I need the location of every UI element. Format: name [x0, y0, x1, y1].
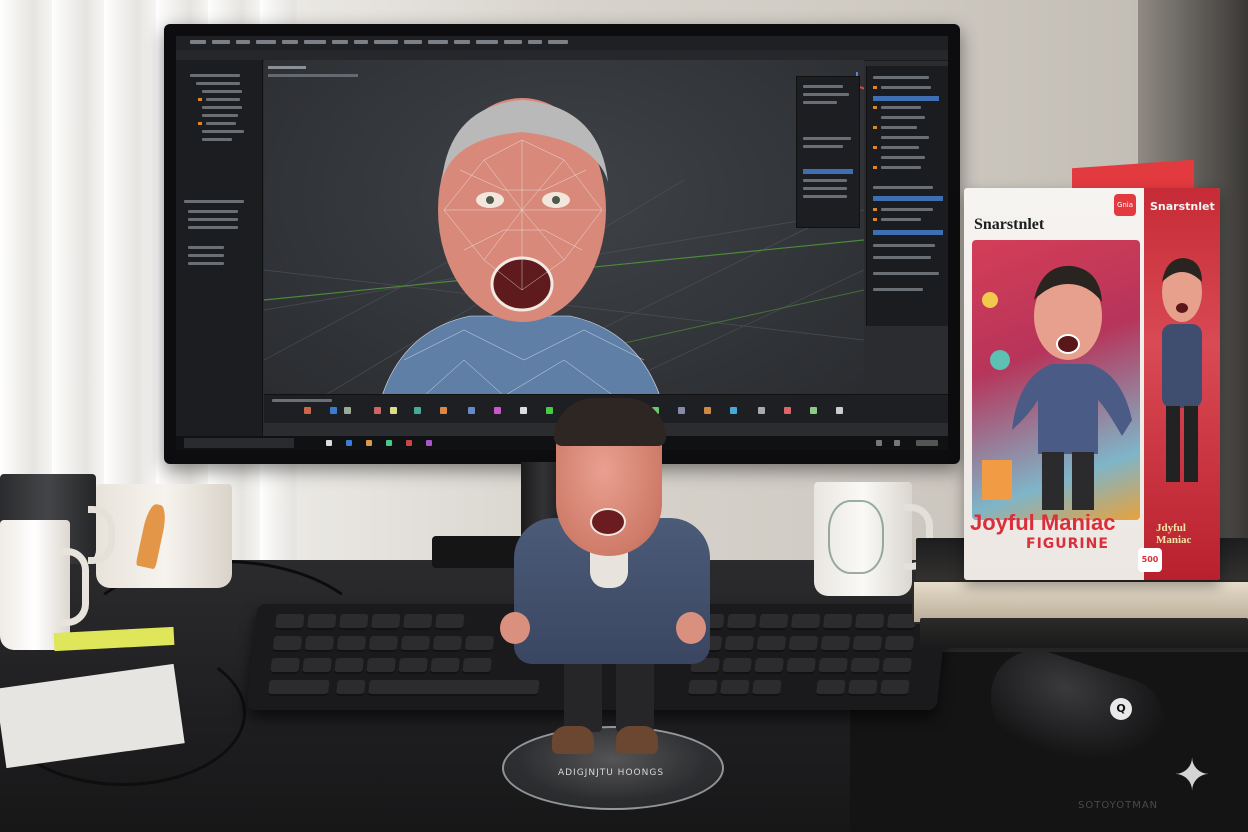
figurine-hand [500, 612, 530, 644]
app-menubar [176, 36, 948, 50]
figurine-shoe [616, 726, 658, 754]
3d-modeling-app-screen [176, 36, 948, 450]
figurine-hair [554, 398, 666, 446]
box-side-badge: 500 [1138, 548, 1162, 572]
scene-outliner [176, 60, 263, 438]
box-artwork [972, 240, 1140, 520]
box-badge: Gnia [1114, 194, 1136, 216]
3d-viewport[interactable] [264, 60, 864, 396]
taskbar-search[interactable] [184, 438, 294, 448]
mouse-logo: Q [1110, 698, 1132, 720]
base-engraving: ADIGJNJTU HOONGS [557, 768, 665, 778]
box-character-illustration [982, 265, 1132, 510]
figurine-leg [616, 656, 654, 732]
box-side-character [1162, 258, 1202, 482]
illustrated-mug [814, 482, 912, 596]
figurine-leg [564, 656, 602, 732]
book [920, 618, 1248, 648]
sparkle-icon: ✦ [1173, 750, 1211, 801]
box-subtitle: FIGURINE [1026, 536, 1109, 552]
box-title: Joyful Maniac [970, 510, 1116, 535]
box-brand: Snarstnlet [974, 216, 1045, 233]
desk-photo: SOTOYOTMAN Q Snarstnlet Gnia Joyful Mani… [0, 0, 1248, 832]
properties-panel-small [796, 76, 860, 228]
figurine-box: Snarstnlet Gnia Joyful Maniac FIGURINE S… [964, 188, 1220, 580]
figurine-shoe [552, 726, 594, 754]
mug-handle [58, 548, 89, 626]
figurine-hand [676, 612, 706, 644]
figurine-mouth [590, 508, 626, 536]
box-side-title: Jdyful Maniac [1156, 522, 1192, 546]
monitor [164, 24, 960, 464]
orange-pattern-mug [96, 484, 232, 588]
box-side-brand: Snarstnlet [1150, 200, 1215, 213]
viewport-scene [264, 98, 864, 396]
properties-panel [866, 66, 948, 326]
desk-mat-brand: SOTOYOTMAN [1078, 800, 1159, 811]
